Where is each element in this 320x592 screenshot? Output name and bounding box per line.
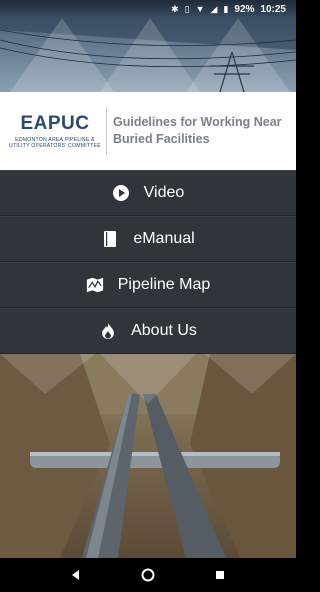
divider	[106, 107, 107, 155]
logo-subtitle-line2: UTILITY OPERATORS' COMMITTEE	[9, 143, 101, 149]
battery-icon: ▮	[223, 3, 229, 14]
logo-wordmark: EAPUC	[20, 112, 90, 134]
eapuc-logo: EAPUC EDMONTON AREA PIPELINE & UTILITY O…	[0, 113, 102, 150]
bluetooth-icon: ✱	[171, 3, 179, 14]
menu-item-about-us[interactable]: About Us	[0, 308, 296, 354]
title-line1: Guidelines for Working Near	[113, 114, 282, 129]
brand-header: EAPUC EDMONTON AREA PIPELINE & UTILITY O…	[0, 92, 296, 170]
clock: 10:25	[260, 3, 286, 15]
menu-item-label: Video	[143, 184, 185, 201]
menu-item-label: Pipeline Map	[117, 276, 211, 293]
signal-icon: ◢	[210, 3, 218, 14]
menu-item-label: About Us	[131, 322, 197, 339]
wifi-icon: ▼	[195, 3, 205, 14]
recents-icon[interactable]	[208, 563, 232, 587]
system-nav-bar	[0, 558, 296, 592]
book-icon	[101, 230, 119, 248]
page-title: Guidelines for Working Near Buried Facil…	[113, 114, 282, 149]
menu-item-emanual[interactable]: eManual	[0, 216, 296, 262]
pipeline-photo	[0, 354, 296, 558]
logo-text: EAPUC	[20, 113, 89, 135]
flame-icon	[99, 322, 117, 340]
vibrate-icon: ▯	[184, 3, 190, 14]
play-circle-icon	[112, 184, 130, 202]
menu-item-label: eManual	[133, 230, 195, 247]
status-bar: ✱ ▯ ▼ ◢ ▮ 92% 10:25	[0, 0, 296, 18]
title-line2: Buried Facilities	[113, 132, 210, 146]
map-icon	[86, 276, 104, 294]
menu-item-pipeline-map[interactable]: Pipeline Map	[0, 262, 296, 308]
back-icon[interactable]	[64, 563, 88, 587]
main-menu: Video eManual Pipeline Map About Us	[0, 170, 296, 354]
logo-subtitle: EDMONTON AREA PIPELINE & UTILITY OPERATO…	[9, 137, 101, 150]
battery-percent: 92%	[234, 3, 255, 15]
menu-item-video[interactable]: Video	[0, 170, 296, 216]
home-icon[interactable]	[136, 563, 160, 587]
